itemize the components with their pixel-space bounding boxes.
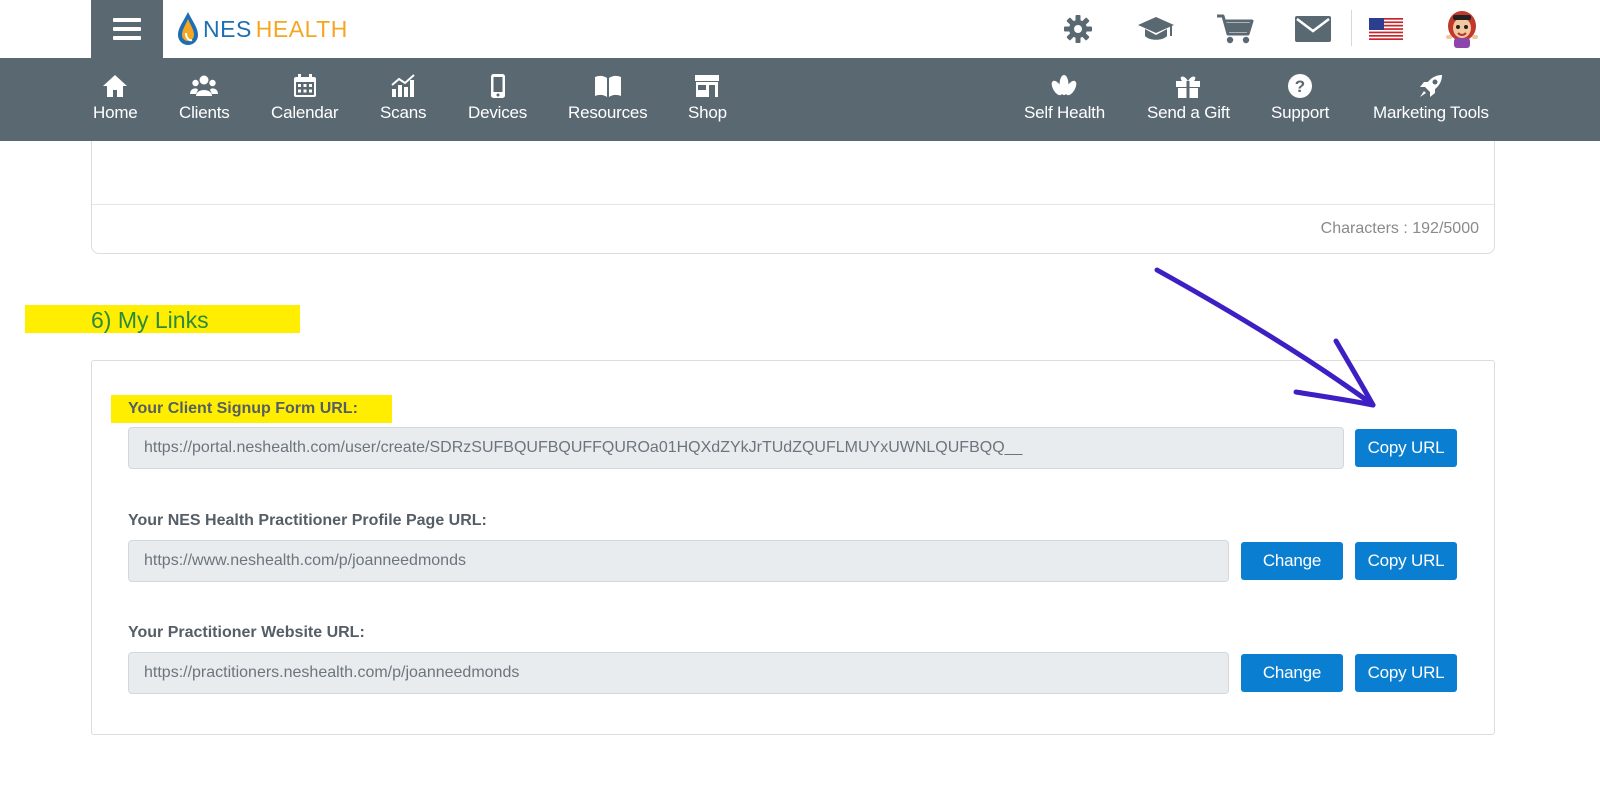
home-icon (102, 72, 128, 100)
nav-label: Support (1271, 103, 1330, 122)
cart-icon (1217, 14, 1254, 44)
nav-label: Resources (568, 103, 648, 122)
signup-url-label: Your Client Signup Form URL: (128, 400, 358, 417)
nav-label: Home (93, 103, 138, 122)
shop-icon (694, 72, 720, 100)
logo-text-health: HEALTH (255, 15, 348, 42)
website-url-field[interactable] (128, 652, 1229, 694)
svg-text:?: ? (1295, 77, 1305, 96)
nav-label: Send a Gift (1147, 103, 1230, 122)
website-url-label: Your Practitioner Website URL: (128, 624, 365, 641)
mail-icon (1295, 16, 1331, 42)
lotus-icon (1050, 72, 1078, 100)
nav-label: Devices (468, 103, 528, 122)
settings-button[interactable] (1058, 10, 1098, 48)
nav-label: Self Health (1024, 103, 1105, 122)
nes-health-logo[interactable]: NES HEALTH (177, 10, 348, 48)
nav-support[interactable]: ? Support (1271, 72, 1329, 123)
avatar[interactable] (1440, 8, 1484, 50)
change-website-url-button[interactable]: Change (1241, 654, 1343, 692)
nav-calendar[interactable]: Calendar (271, 72, 339, 123)
nav-label: Scans (380, 103, 427, 122)
us-flag-icon (1369, 18, 1403, 40)
previous-section-panel: Characters : 192/5000 (91, 141, 1495, 254)
gear-icon (1064, 15, 1092, 43)
nav-shop[interactable]: Shop (688, 72, 727, 123)
language-button[interactable] (1366, 10, 1406, 48)
nav-label: Calendar (271, 103, 339, 122)
nav-label: Shop (688, 103, 727, 122)
nav-home[interactable]: Home (93, 72, 138, 123)
rocket-icon (1418, 72, 1444, 100)
education-button[interactable] (1136, 10, 1176, 48)
logo-text-nes: NES (203, 15, 252, 42)
calendar-icon (293, 72, 317, 100)
header-divider (1351, 10, 1352, 46)
nav-send-gift[interactable]: Send a Gift (1147, 72, 1230, 123)
gift-icon (1175, 72, 1201, 100)
avatar-image (1446, 11, 1478, 48)
nav-marketing-tools[interactable]: Marketing Tools (1373, 72, 1489, 123)
nav-label: Clients (179, 103, 230, 122)
signup-url-field[interactable] (128, 427, 1344, 469)
device-icon (490, 72, 506, 100)
nav-scans[interactable]: Scans (380, 72, 426, 123)
character-counter: Characters : 192/5000 (1320, 220, 1479, 237)
panel-divider (92, 204, 1494, 205)
hamburger-icon (113, 18, 141, 40)
top-header: NES HEALTH (0, 0, 1600, 58)
book-icon (594, 72, 622, 100)
nav-devices[interactable]: Devices (468, 72, 527, 123)
nav-resources[interactable]: Resources (568, 72, 648, 123)
main-navbar: Home Clients Calendar Scans Devices Reso… (0, 58, 1600, 141)
messages-button[interactable] (1293, 10, 1333, 48)
scans-icon (390, 72, 416, 100)
copy-profile-url-button[interactable]: Copy URL (1355, 542, 1457, 580)
nav-clients[interactable]: Clients (179, 72, 230, 123)
copy-website-url-button[interactable]: Copy URL (1355, 654, 1457, 692)
change-profile-url-button[interactable]: Change (1241, 542, 1343, 580)
cart-button[interactable] (1215, 10, 1255, 48)
graduation-cap-icon (1138, 17, 1174, 40)
nav-label: Marketing Tools (1373, 103, 1489, 122)
nav-self-health[interactable]: Self Health (1024, 72, 1105, 123)
droplet-logo-icon (178, 12, 198, 45)
section-title: 6) My Links (91, 307, 209, 333)
hamburger-menu-button[interactable] (91, 0, 163, 58)
profile-url-field[interactable] (128, 540, 1229, 582)
help-icon: ? (1287, 72, 1313, 100)
copy-signup-url-button[interactable]: Copy URL (1355, 429, 1457, 467)
clients-icon (190, 72, 219, 100)
profile-url-label: Your NES Health Practitioner Profile Pag… (128, 512, 487, 529)
